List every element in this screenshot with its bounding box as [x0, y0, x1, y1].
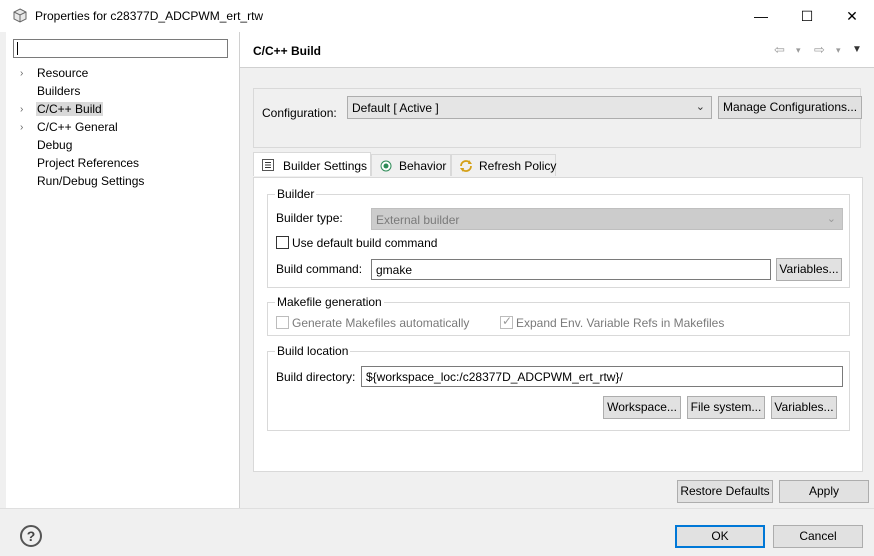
configuration-label: Configuration:	[262, 106, 337, 120]
tab-builder-settings[interactable]: Builder Settings	[253, 152, 371, 176]
chevron-down-icon: ⌄	[695, 101, 705, 113]
tab-label: Behavior	[399, 159, 447, 173]
build-directory-label: Build directory:	[276, 370, 356, 384]
tab-behavior[interactable]: Behavior	[371, 154, 451, 176]
file-system-button[interactable]: File system...	[687, 396, 765, 419]
close-window-button[interactable]: ✕	[829, 0, 874, 32]
sidebar-item-project-references[interactable]: Project References	[6, 154, 238, 172]
expand-env-vars-checkbox[interactable]: ✓	[500, 314, 513, 329]
sidebar-item-builders[interactable]: Builders	[6, 82, 238, 100]
sidebar-item-label: C/C++ General	[37, 120, 118, 134]
build-location-group: Build location Build directory: ${worksp…	[267, 344, 850, 431]
page-title: C/C++ Build	[253, 44, 322, 58]
refresh-icon	[460, 160, 472, 172]
forward-arrow-icon[interactable]: ⇨	[814, 42, 825, 58]
sidebar-item-run-debug-settings[interactable]: Run/Debug Settings	[6, 172, 238, 190]
use-default-command-label: Use default build command	[292, 236, 438, 250]
expand-arrow-icon[interactable]: ›	[20, 68, 23, 79]
view-menu-icon[interactable]: ▼	[852, 44, 862, 55]
makefile-group-title: Makefile generation	[275, 295, 384, 309]
text-caret	[17, 42, 18, 55]
cancel-button[interactable]: Cancel	[773, 525, 863, 548]
builder-type-value: External builder	[376, 213, 460, 227]
builder-type-label: Builder type:	[276, 211, 343, 225]
builder-settings-panel: Builder Builder type: External builder ⌄…	[253, 177, 863, 472]
window-title: Properties for c28377D_ADCPWM_ert_rtw	[35, 9, 264, 23]
sidebar: › Resource Builders › C/C++ Build › C/C+…	[6, 32, 240, 508]
sidebar-item-resource[interactable]: › Resource	[6, 64, 238, 82]
build-command-value: gmake	[376, 263, 413, 277]
sidebar-item-label: Resource	[37, 66, 89, 80]
generate-makefiles-label: Generate Makefiles automatically	[292, 316, 470, 330]
check-icon: ✓	[502, 314, 513, 328]
help-icon[interactable]: ?	[20, 525, 42, 547]
minimize-button[interactable]: —	[738, 0, 784, 32]
manage-configurations-button[interactable]: Manage Configurations...	[718, 96, 862, 119]
builder-type-select[interactable]: External builder ⌄	[371, 208, 843, 230]
sidebar-item-label: Run/Debug Settings	[37, 174, 145, 188]
properties-app-icon	[13, 8, 27, 23]
tab-refresh-policy[interactable]: Refresh Policy	[451, 154, 556, 176]
title-bar: Properties for c28377D_ADCPWM_ert_rtw — …	[0, 0, 874, 32]
expand-arrow-icon[interactable]: ›	[20, 104, 23, 115]
radio-icon	[380, 160, 392, 172]
build-command-label: Build command:	[276, 262, 363, 276]
build-location-group-title: Build location	[275, 344, 351, 358]
dialog-footer: ? OK Cancel	[0, 508, 874, 556]
sidebar-item-label: Debug	[37, 138, 73, 152]
back-arrow-icon[interactable]: ⇦	[774, 42, 785, 58]
page-header: C/C++ Build ⇦ ▾ ⇨ ▾ ▼	[240, 32, 874, 68]
sidebar-item-label: Builders	[37, 84, 81, 98]
builder-group-title: Builder	[275, 187, 317, 201]
maximize-button[interactable]: ☐	[784, 0, 830, 32]
use-default-command-checkbox[interactable]	[276, 236, 289, 249]
build-directory-value: ${workspace_loc:/c28377D_ADCPWM_ert_rtw}…	[366, 370, 623, 384]
configuration-value: Default [ Active ]	[352, 101, 439, 115]
workspace-button[interactable]: Workspace...	[603, 396, 681, 419]
apply-button[interactable]: Apply	[779, 480, 869, 503]
forward-history-dropdown-icon[interactable]: ▾	[836, 45, 841, 56]
sidebar-item-label: C/C++ Build	[36, 102, 103, 116]
makefile-generation-group: Makefile generation Generate Makefiles a…	[267, 295, 850, 336]
chevron-down-icon: ⌄	[826, 213, 836, 225]
configuration-select[interactable]: Default [ Active ] ⌄	[347, 96, 712, 119]
build-command-input[interactable]: gmake	[371, 259, 771, 280]
configuration-group: Configuration: Default [ Active ] ⌄ Mana…	[253, 88, 862, 148]
tab-label: Refresh Policy	[479, 159, 557, 173]
back-history-dropdown-icon[interactable]: ▾	[796, 45, 801, 56]
build-directory-input[interactable]: ${workspace_loc:/c28377D_ADCPWM_ert_rtw}…	[361, 366, 843, 387]
ok-button[interactable]: OK	[675, 525, 765, 548]
list-icon	[262, 159, 274, 171]
builder-variables-button[interactable]: Variables...	[776, 258, 842, 281]
generate-makefiles-checkbox[interactable]	[276, 316, 289, 329]
filter-input[interactable]	[13, 39, 228, 58]
sidebar-item-debug[interactable]: Debug	[6, 136, 238, 154]
location-variables-button[interactable]: Variables...	[771, 396, 837, 419]
expand-arrow-icon[interactable]: ›	[20, 122, 23, 133]
sidebar-item-label: Project References	[37, 156, 140, 170]
expand-env-vars-label: Expand Env. Variable Refs in Makefiles	[516, 316, 725, 330]
sidebar-item-cpp-build[interactable]: › C/C++ Build	[6, 100, 238, 118]
sidebar-item-cpp-general[interactable]: › C/C++ General	[6, 118, 238, 136]
builder-group: Builder Builder type: External builder ⌄…	[267, 187, 850, 288]
properties-page: C/C++ Build ⇦ ▾ ⇨ ▾ ▼ Configuration: Def…	[240, 32, 874, 508]
tab-label: Builder Settings	[283, 159, 368, 173]
restore-defaults-button[interactable]: Restore Defaults	[677, 480, 773, 503]
